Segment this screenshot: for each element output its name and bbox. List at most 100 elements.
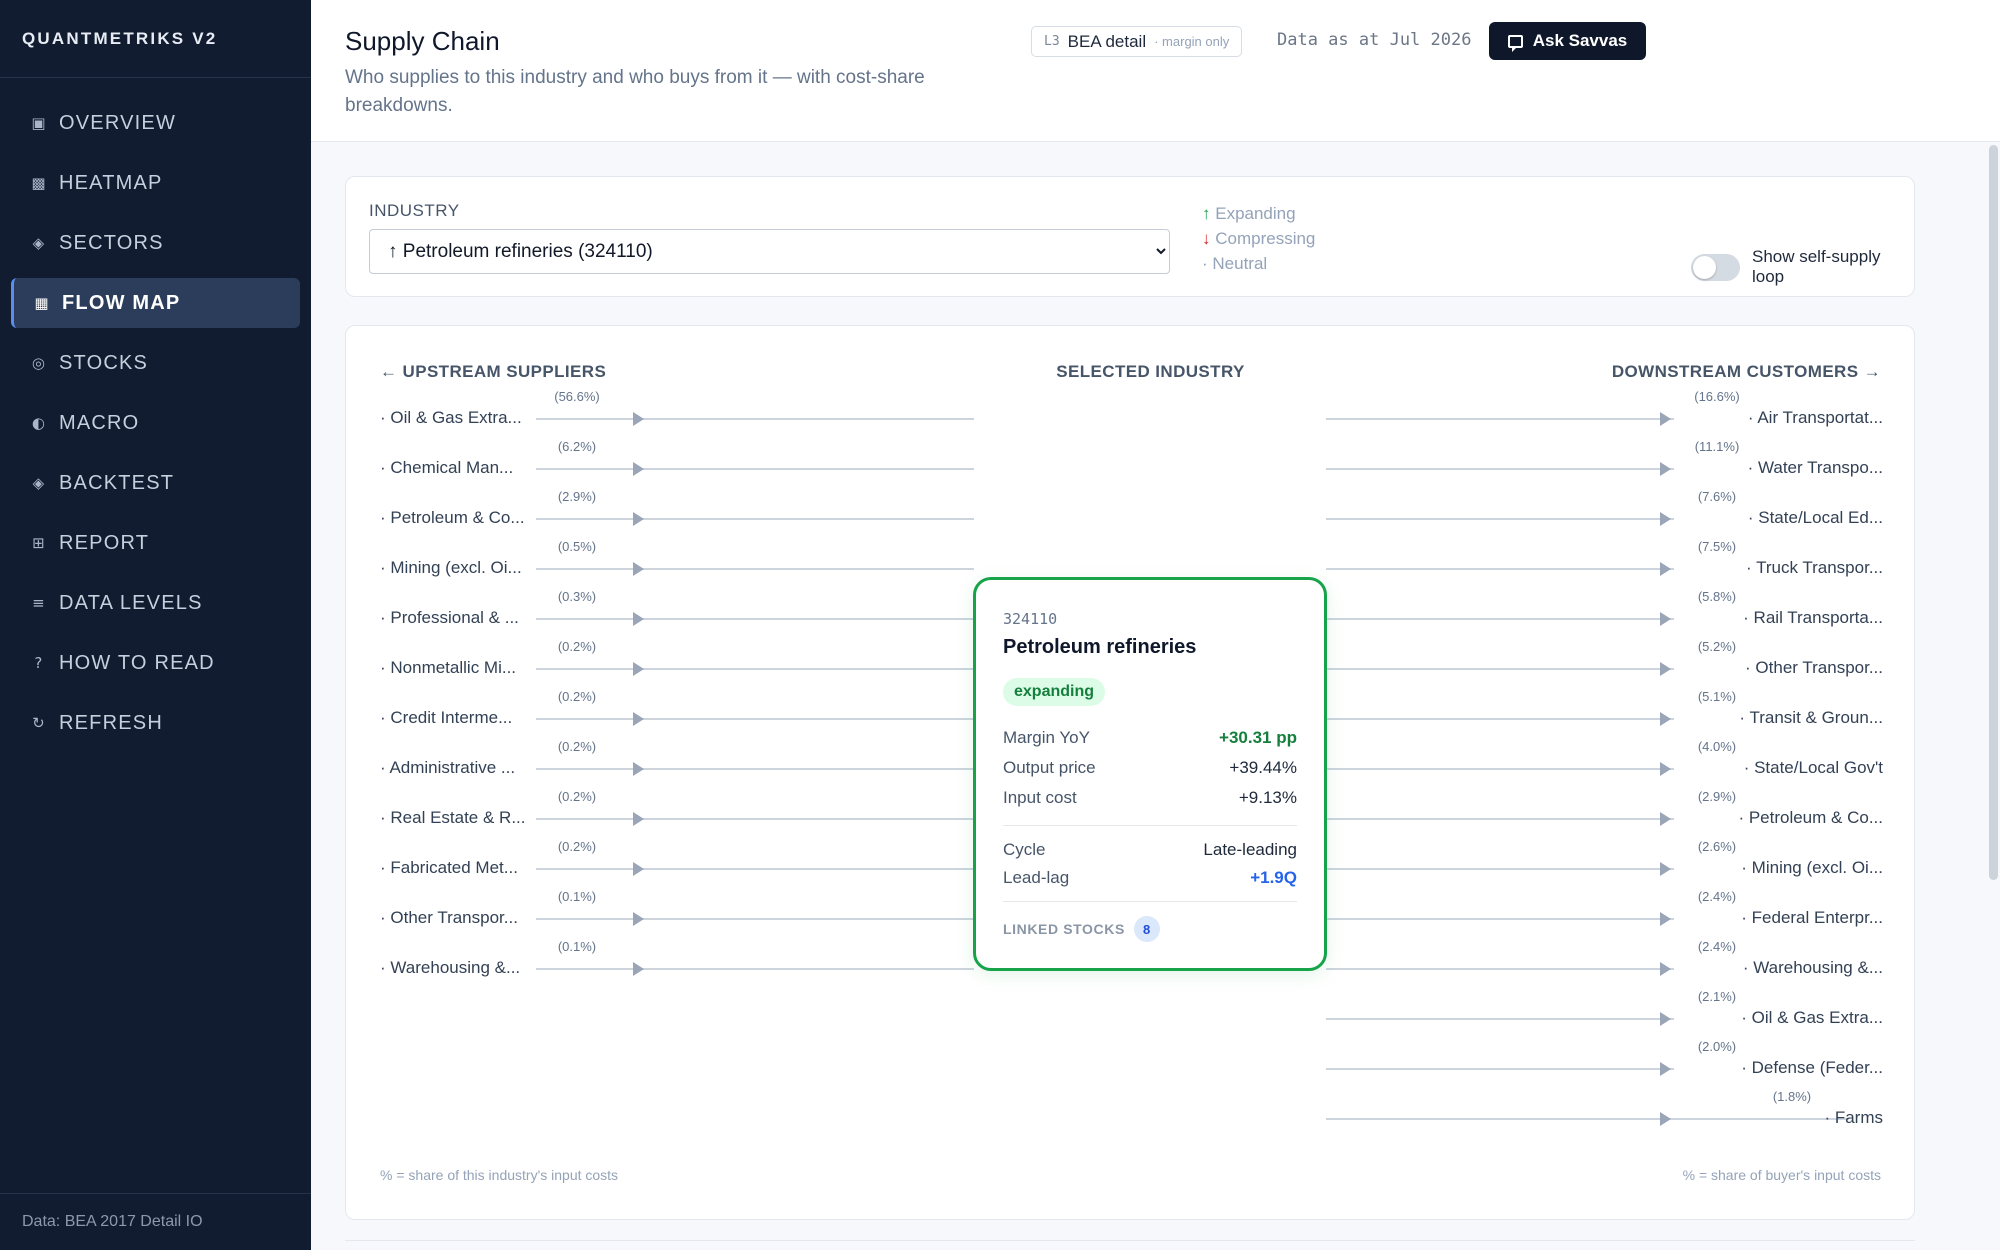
flow-arrow-icon [1660,812,1671,826]
upstream-row[interactable]: · Chemical Man... (6.2%) [346,439,974,483]
downstream-customer-label: · Farms [1824,1108,1883,1127]
upstream-supplier-label: · Oil & Gas Extra... [380,408,522,427]
node-code: 324110 [1003,610,1058,628]
flow-arrow-icon [633,612,644,626]
stocks-icon: ◎ [31,354,47,372]
upstream-row[interactable]: · Fabricated Met... (0.2%) [346,839,974,883]
upstream-row[interactable]: · Professional & ... (0.3%) [346,589,974,633]
macro-icon: ◐ [31,414,47,432]
downstream-row[interactable]: (1.8%) · Farms [1326,1089,1916,1133]
sidebar-item-stocks[interactable]: ◎ STOCKS [11,338,300,388]
upstream-supplier-label: · Administrative ... [380,758,516,777]
toggle-switch[interactable] [1691,253,1740,281]
sidebar-item-backtest[interactable]: ◈ BACKTEST [11,458,300,508]
sectors-icon: ◈ [32,234,46,252]
legend-neutral: · Neutral [1202,254,1268,273]
downstream-row[interactable]: (2.9%) · Petroleum & Co... [1326,789,1916,833]
cost-share-pct: (0.2%) [557,739,597,754]
sidebar-item-label: FLOW MAP [62,291,181,314]
flow-line [1326,668,1674,670]
downstream-row[interactable]: (7.6%) · State/Local Ed... [1326,489,1916,533]
self-supply-toggle[interactable]: Show self-supply loop [1691,247,1914,287]
sidebar-item-overview[interactable]: ▣ OVERVIEW [11,98,300,148]
linked-stocks-label: LINKED STOCKS [1003,921,1125,937]
legend-compressing: ↓ Compressing [1202,226,1315,251]
flow-line [536,468,974,470]
sidebar-item-macro[interactable]: ◐ MACRO [11,398,300,448]
vertical-scrollbar[interactable] [1989,145,1998,880]
cost-share-pct: (7.6%) [1697,489,1737,504]
sidebar-item-flow-map[interactable]: ▦ FLOW MAP [11,278,300,328]
downstream-row[interactable]: (2.4%) · Warehousing &... [1326,939,1916,983]
upstream-footnote: % = share of this industry's input costs [380,1167,619,1183]
cost-share-pct: (56.6%) [554,389,600,404]
data-level-pill[interactable]: L3 BEA detail · margin only [1031,26,1243,57]
upstream-row[interactable]: · Administrative ... (0.2%) [346,739,974,783]
downstream-row[interactable]: (5.1%) · Transit & Groun... [1326,689,1916,733]
sidebar-item-refresh[interactable]: ↻ REFRESH [11,698,300,748]
downstream-row[interactable]: (2.4%) · Federal Enterpr... [1326,889,1916,933]
upstream-row[interactable]: · Nonmetallic Mi... (0.2%) [346,639,974,683]
upstream-row[interactable]: · Real Estate & R... (0.2%) [346,789,974,833]
input-cost-value: +9.13% [1238,788,1297,807]
supply-chain-flow-card: ← UPSTREAM SUPPLIERS SELECTED INDUSTRY D… [345,325,1915,1220]
flow-line [1326,768,1674,770]
overview-icon: ▣ [31,114,47,132]
ask-savvas-button[interactable]: Ask Savvas [1489,22,1646,60]
cost-share-pct: (0.3%) [557,589,597,604]
node-divider [1003,825,1297,826]
sidebar-item-label: HEATMAP [59,171,163,194]
linked-stocks[interactable]: LINKED STOCKS 8 [1003,916,1160,942]
sidebar-item-label: SECTORS [59,231,164,254]
toggle-knob [1693,255,1716,279]
downstream-customer-label: · State/Local Gov't [1743,758,1883,777]
cost-share-pct: (5.8%) [1697,589,1737,604]
upstream-row[interactable]: · Warehousing &... (0.1%) [346,939,974,983]
lead-lag-value: +1.9Q [1250,868,1297,887]
downstream-row[interactable]: (2.6%) · Mining (excl. Oi... [1326,839,1916,883]
flow-line [536,818,974,820]
upstream-supplier-label: · Warehousing &... [380,958,521,977]
downstream-customer-label: · Truck Transpor... [1746,558,1883,577]
sidebar-item-data-levels[interactable]: ≡ DATA LEVELS [11,578,300,628]
industry-select[interactable]: ↑ Petroleum refineries (324110) [369,229,1170,274]
sidebar-item-how-to-read[interactable]: ? HOW TO READ [11,638,300,688]
downstream-customer-label: · Federal Enterpr... [1741,908,1883,927]
sidebar-item-sectors[interactable]: ◈ SECTORS [11,218,300,268]
upstream-supplier-label: · Other Transpor... [380,908,518,927]
sidebar-item-label: STOCKS [59,351,149,374]
downstream-row[interactable]: (16.6%) · Air Transportat... [1326,389,1916,433]
downstream-row[interactable]: (7.5%) · Truck Transpor... [1326,539,1916,583]
flow-line [536,868,974,870]
downstream-customer-label: · Other Transpor... [1745,658,1883,677]
data-as-of: Data as at Jul 2026 [1277,30,1472,50]
sidebar-item-heatmap[interactable]: ▩ HEATMAP [11,158,300,208]
data-levels-icon: ≡ [32,594,46,612]
upstream-supplier-label: · Nonmetallic Mi... [380,658,517,677]
downstream-row[interactable]: (2.0%) · Defense (Feder... [1326,1039,1916,1083]
legend-compressing-label: Compressing [1215,229,1316,248]
downstream-row[interactable]: (5.2%) · Other Transpor... [1326,639,1916,683]
lead-lag-row: Lead-lag +1.9Q [1003,868,1297,894]
upstream-row[interactable]: · Mining (excl. Oi... (0.5%) [346,539,974,583]
upstream-supplier-label: · Chemical Man... [380,458,514,477]
flow-arrow-icon [633,412,644,426]
lead-lag-label: Lead-lag [1003,868,1070,887]
flow-line [536,718,974,720]
flow-line [1326,718,1674,720]
selected-industry-node[interactable]: 324110 Petroleum refineries expanding Ma… [973,577,1327,971]
upstream-row[interactable]: · Credit Interme... (0.2%) [346,689,974,733]
sidebar: QUANTMETRIKS V2 ▣ OVERVIEW ▩ HEATMAP ◈ SECTOR… [0,0,311,1250]
downstream-row[interactable]: (11.1%) · Water Transpo... [1326,439,1916,483]
flow-arrow-icon [633,912,644,926]
downstream-row[interactable]: (4.0%) · State/Local Gov't [1326,739,1916,783]
sidebar-item-report[interactable]: ⊞ REPORT [11,518,300,568]
downstream-row[interactable]: (5.8%) · Rail Transporta... [1326,589,1916,633]
downstream-row[interactable]: (2.1%) · Oil & Gas Extra... [1326,989,1916,1033]
level-name: BEA detail [1067,31,1147,51]
upstream-row[interactable]: · Oil & Gas Extra... (56.6%) [346,389,974,433]
upstream-row[interactable]: · Petroleum & Co... (2.9%) [346,489,974,533]
flow-arrow-icon [633,762,644,776]
report-icon: ⊞ [32,534,46,552]
upstream-row[interactable]: · Other Transpor... (0.1%) [346,889,974,933]
